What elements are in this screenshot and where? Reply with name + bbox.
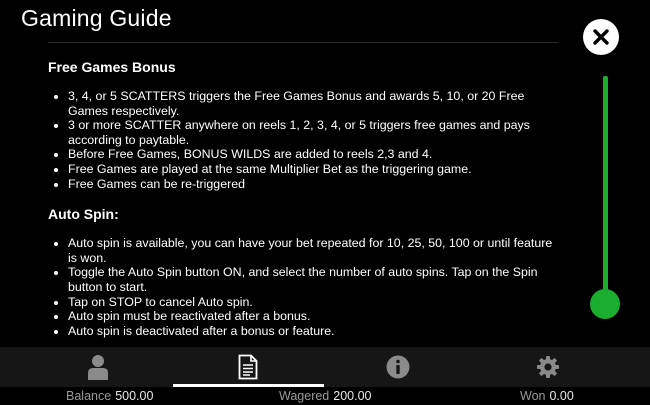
tab-bar [0,347,650,387]
wagered-label: Wagered [279,389,330,403]
list-item: Auto spin is deactivated after a bonus o… [68,324,558,339]
won-label: Won [520,389,546,403]
gear-icon [537,356,559,378]
won-display: Won 0.00 [520,389,574,403]
document-icon [238,354,258,380]
list-item: Tap on STOP to cancel Auto spin. [68,295,558,310]
scrollbar-track[interactable] [603,76,608,308]
section-title-auto-spin: Auto Spin: [48,206,119,223]
list-item: Toggle the Auto Spin button ON, and sele… [68,265,558,294]
tab-settings[interactable] [473,347,623,387]
section-title-free-games: Free Games Bonus [48,59,176,75]
tab-info[interactable] [323,347,473,387]
header: Gaming Guide [0,0,650,43]
wagered-display: Wagered 200.00 [279,389,372,403]
status-bar: Balance 500.00 Wagered 200.00 Won 0.00 [0,387,650,405]
list-item: Auto spin must be reactivated after a bo… [68,309,558,324]
header-divider [48,42,558,43]
won-value: 0.00 [549,389,574,403]
list-item: Auto spin is available, you can have you… [68,236,558,265]
balance-value: 500.00 [115,389,154,403]
auto-spin-rules-list: Auto spin is available, you can have you… [48,236,558,338]
list-item: Free Games are played at the same Multip… [68,162,558,177]
guide-content[interactable]: Free Games Bonus 3, 4, or 5 SCATTERS tri… [48,52,558,344]
close-icon [593,29,609,45]
list-item: Before Free Games, BONUS WILDS are added… [68,147,558,162]
scrollbar-thumb[interactable] [590,289,620,319]
close-button[interactable] [583,19,619,55]
page-title: Gaming Guide [21,5,172,31]
free-games-rules-list: 3, 4, or 5 SCATTERS triggers the Free Ga… [48,89,558,191]
balance-label: Balance [66,389,112,403]
info-icon [386,355,410,379]
list-item: 3, 4, or 5 SCATTERS triggers the Free Ga… [68,89,558,118]
list-item: Free Games can be re-triggered [68,177,558,192]
balance-display: Balance 500.00 [66,389,153,403]
tab-profile[interactable] [23,347,173,387]
list-item: 3 or more SCATTER anywhere on reels 1, 2… [68,118,558,147]
wagered-value: 200.00 [333,389,372,403]
user-icon [88,355,108,380]
tab-guide[interactable] [173,347,323,387]
